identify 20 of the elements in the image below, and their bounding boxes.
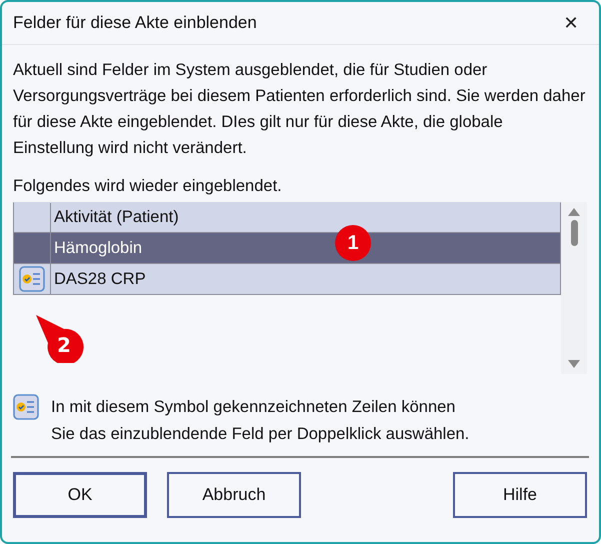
window-title: Felder für diese Akte einblenden bbox=[13, 13, 257, 33]
callout-badge: 2 bbox=[34, 313, 84, 363]
scroll-up-icon[interactable] bbox=[568, 208, 580, 216]
close-button[interactable]: ✕ bbox=[553, 7, 589, 39]
list-row[interactable]: Aktivität (Patient) bbox=[13, 202, 561, 233]
scrollbar[interactable] bbox=[561, 202, 587, 374]
checklist-icon bbox=[19, 266, 45, 292]
row-label: Aktivität (Patient) bbox=[54, 208, 179, 227]
list-row[interactable]: DAS28 CRP bbox=[13, 264, 561, 295]
scroll-down-icon[interactable] bbox=[568, 360, 580, 368]
checklist-icon bbox=[13, 394, 39, 420]
info-message: Aktuell sind Felder im System ausgeblendet, die für Studien oder Versorgungsverträge bei diesem Patienten erforderlich sind. Sie werden daher für diese Akte eingeblendet. DIes gilt nur für diese Akte, die globale Einstellung wird nicht verändert. bbox=[13, 60, 586, 159]
dialog-button[interactable]: OK bbox=[13, 472, 147, 518]
row-label: DAS28 CRP bbox=[54, 270, 146, 288]
list-caption: Folgendes wird wieder eingeblendet. bbox=[13, 176, 283, 197]
dialog-button[interactable]: Abbruch bbox=[167, 472, 301, 518]
scroll-thumb[interactable] bbox=[570, 220, 578, 246]
legend-text: In mit diesem Symbol gekennzeichneten Zeilen können Sie das einzublendende Feld per Doppelklick auswählen. bbox=[51, 397, 470, 445]
row-label: Hämoglobin bbox=[54, 238, 142, 258]
dialog-button[interactable]: Hilfe bbox=[453, 472, 587, 518]
